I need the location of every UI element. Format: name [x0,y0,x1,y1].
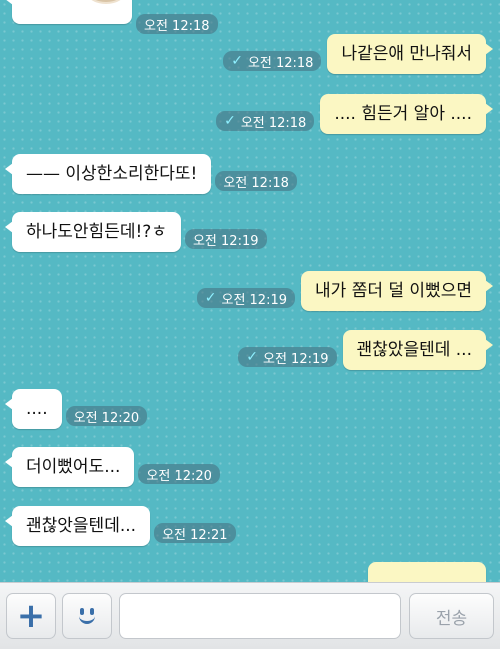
input-bar: + 전송 [0,582,500,649]
message-bubble[interactable]: .... [5,389,62,429]
read-check-icon: ✓ [224,113,236,129]
message-row-incoming: 하나도안힘든데!?ㅎ 오전 12:19 [5,212,267,252]
message-bubble[interactable]: 내가 쫌더 덜 이뻤으면 [301,271,493,311]
timestamp: ✓ 오전 12:19 [196,288,296,308]
message-row-incoming: .... 오전 12:20 [5,389,148,429]
message-input[interactable] [119,593,401,639]
message-bubble[interactable] [368,562,486,582]
message-bubble[interactable]: 나같은애 만나줘서 [327,34,493,74]
partial-outgoing-message [368,562,486,582]
message-row-outgoing: ✓ 오전 12:18 나같은애 만나줘서 [223,34,493,74]
read-check-icon: ✓ [231,53,243,69]
message-bubble[interactable] [5,0,132,24]
send-button[interactable]: 전송 [409,593,494,639]
timestamp: ✓ 오전 12:18 [216,111,315,131]
message-row-incoming: —— 이상한소리한다또! 오전 12:18 [4,154,297,194]
timestamp: 오전 12:18 [215,171,297,191]
message-bubble[interactable]: 더이뻤어도... [4,447,135,487]
timestamp: 오전 12:21 [154,523,236,543]
timestamp: ✓ 오전 12:19 [238,347,337,367]
message-row-outgoing: ✓ 오전 12:18 .... 힘든거 알아 .... [216,94,493,134]
timestamp: 오전 12:19 [184,229,267,249]
message-row-incoming: 더이뻤어도... 오전 12:20 [4,447,220,487]
message-row-outgoing: ✓ 오전 12:19 괜찮았을텐데 ... [238,330,494,370]
message-bubble[interactable]: 괜찮앗을텐데... [4,506,151,546]
message-bubble[interactable]: 괜찮았을텐데 ... [342,330,494,370]
add-attachment-button[interactable]: + [6,593,56,639]
smiley-icon [74,603,100,629]
message-row-outgoing: ✓ 오전 12:19 내가 쫌더 덜 이뻤으면 [196,271,493,311]
message-bubble[interactable]: —— 이상한소리한다또! [4,154,212,194]
timestamp: 오전 12:20 [138,464,220,484]
timestamp: ✓ 오전 12:18 [223,51,322,71]
read-check-icon: ✓ [246,349,258,365]
emoticon-button[interactable] [62,593,112,639]
plus-icon: + [16,596,46,636]
read-check-icon: ✓ [204,290,217,306]
partial-incoming-message: 오전 12:18 [5,0,218,34]
message-bubble[interactable]: .... 힘든거 알아 .... [320,94,493,134]
timestamp: 오전 12:20 [65,406,148,426]
chat-area[interactable]: 오전 12:18 ✓ 오전 12:18 나같은애 만나줘서 ✓ 오전 12:18 .… [0,0,500,582]
timestamp: 오전 12:18 [136,14,218,34]
message-bubble[interactable]: 하나도안힘든데!?ㅎ [5,212,181,252]
message-row-incoming: 괜찮앗을텐데... 오전 12:21 [4,506,236,546]
